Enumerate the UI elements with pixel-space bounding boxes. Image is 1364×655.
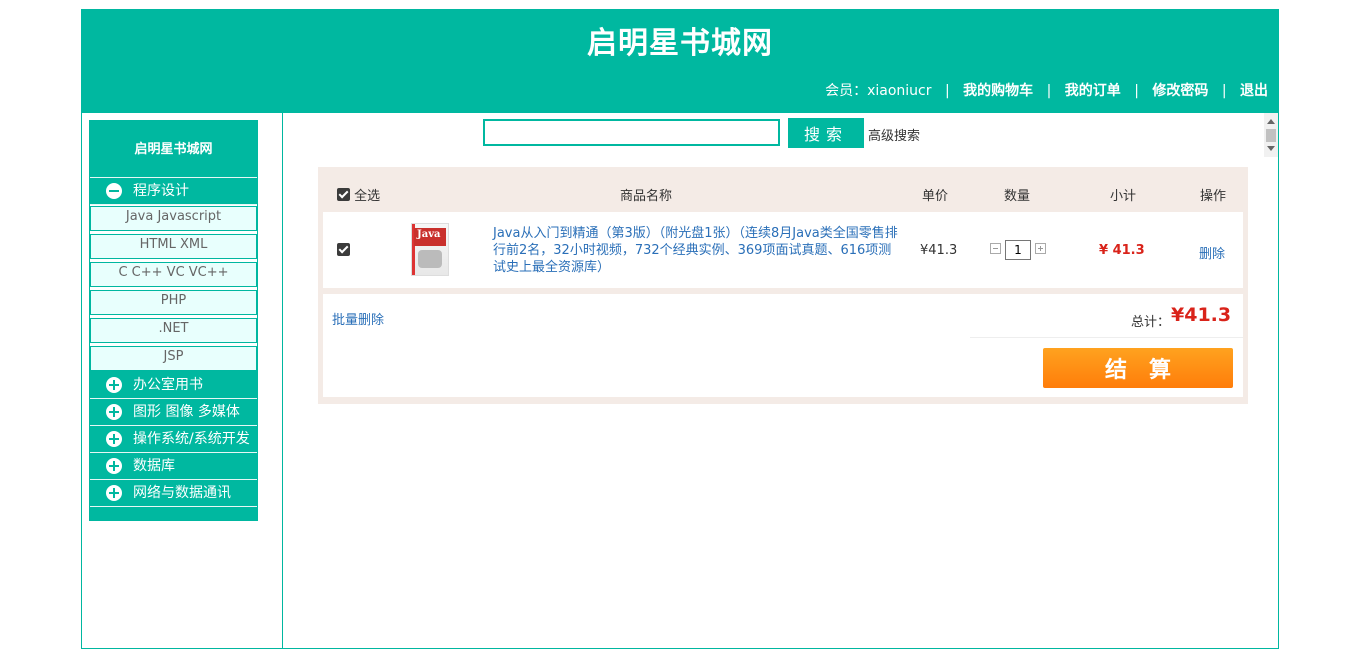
header-quantity: 数量 <box>1004 189 1031 204</box>
delete-item-link[interactable]: 删除 <box>1199 243 1225 262</box>
expand-icon <box>106 485 122 501</box>
nav-separator: | <box>1046 83 1052 99</box>
subcategory-dotnet[interactable]: .NET <box>90 318 257 343</box>
category-programming[interactable]: 程序设计 <box>90 178 257 205</box>
product-thumbnail[interactable]: Java <box>411 223 449 276</box>
decrease-quantity-button[interactable] <box>990 243 1001 254</box>
cart-panel: 全选 商品名称 单价 数量 小计 操作 Java Java从入门到精通（第3版）… <box>318 167 1248 404</box>
category-label: 办公室用书 <box>133 377 203 393</box>
quantity-input[interactable] <box>1005 240 1031 260</box>
header-subtotal: 小计 <box>1110 189 1137 204</box>
batch-delete-link[interactable]: 批量删除 <box>332 309 384 328</box>
header-action: 操作 <box>1200 189 1227 204</box>
select-all-checkbox[interactable] <box>337 188 350 201</box>
header-product-name: 商品名称 <box>620 189 673 204</box>
total-value: ¥41.3 <box>1171 304 1232 326</box>
site-title: 启明星书城网 <box>587 26 773 61</box>
category-office[interactable]: 办公室用书 <box>90 372 257 399</box>
advanced-search-link[interactable]: 高级搜索 <box>868 125 920 144</box>
nav-separator: | <box>944 83 950 99</box>
sidebar-title: 启明星书城网 <box>90 121 257 178</box>
expand-icon <box>106 431 122 447</box>
increase-quantity-button[interactable] <box>1035 243 1046 254</box>
scroll-up-icon[interactable] <box>1267 119 1275 124</box>
category-label: 网络与数据通讯 <box>133 485 231 501</box>
subcategory-jsp[interactable]: JSP <box>90 346 257 371</box>
category-network[interactable]: 网络与数据通讯 <box>90 480 257 507</box>
category-os[interactable]: 操作系统/系统开发 <box>90 426 257 453</box>
cart-footer: 批量删除 总计： ¥41.3 结算 <box>323 294 1243 397</box>
nav-separator: | <box>1134 83 1139 99</box>
category-graphics[interactable]: 图形 图像 多媒体 <box>90 399 257 426</box>
search-input[interactable] <box>483 119 780 146</box>
subcategory-list: Java Javascript HTML XML C C++ VC VC++ P… <box>90 205 257 371</box>
header-unit-price: 单价 <box>922 189 949 204</box>
category-label: 数据库 <box>133 458 175 474</box>
category-database[interactable]: 数据库 <box>90 453 257 480</box>
page-frame: 启明星书城网 会员：xiaoniucr | 我的购物车 | 我的订单 | 修改密… <box>81 9 1279 649</box>
username: xiaoniucr <box>867 83 932 99</box>
footer-divider <box>970 337 1243 338</box>
site-header: 启明星书城网 会员：xiaoniucr | 我的购物车 | 我的订单 | 修改密… <box>82 10 1278 113</box>
cart-item-row: Java Java从入门到精通（第3版）（附光盘1张）（连续8月Java类全国零… <box>323 212 1243 288</box>
expand-icon <box>106 458 122 474</box>
subcategory-html-xml[interactable]: HTML XML <box>90 234 257 259</box>
subcategory-php[interactable]: PHP <box>90 290 257 315</box>
expand-icon <box>106 377 122 393</box>
subcategory-java-javascript[interactable]: Java Javascript <box>90 206 257 231</box>
cover-picture <box>418 250 442 268</box>
category-label: 图形 图像 多媒体 <box>133 404 240 420</box>
user-nav: 会员：xiaoniucr | 我的购物车 | 我的订单 | 修改密码 | 退出 <box>825 80 1268 100</box>
my-orders-link[interactable]: 我的订单 <box>1065 83 1121 99</box>
select-all[interactable]: 全选 <box>337 185 380 204</box>
total-label: 总计： <box>1131 315 1171 330</box>
logout-link[interactable]: 退出 <box>1240 83 1268 99</box>
member-label: 会员： <box>825 83 868 99</box>
product-name-link[interactable]: Java从入门到精通（第3版）（附光盘1张）（连续8月Java类全国零售排行前2… <box>493 225 903 276</box>
left-column: 启明星书城网 程序设计 Java Javascript HTML XML C C… <box>82 113 283 648</box>
select-all-label: 全选 <box>354 189 381 204</box>
search-button[interactable]: 搜索 <box>788 118 864 148</box>
cart-header: 全选 商品名称 单价 数量 小计 操作 <box>318 167 1248 212</box>
cover-title: Java <box>417 229 441 240</box>
collapse-icon <box>106 183 122 199</box>
category-label: 操作系统/系统开发 <box>133 431 250 447</box>
category-sidebar: 启明星书城网 程序设计 Java Javascript HTML XML C C… <box>89 120 258 521</box>
scroll-down-icon[interactable] <box>1267 146 1275 151</box>
item-checkbox[interactable] <box>337 243 350 256</box>
nav-separator: | <box>1221 83 1227 99</box>
scroll-thumb[interactable] <box>1266 129 1276 142</box>
checkout-button[interactable]: 结算 <box>1043 348 1233 388</box>
category-label: 程序设计 <box>133 183 189 199</box>
item-subtotal: ¥ 41.3 <box>1099 243 1145 258</box>
expand-icon <box>106 404 122 420</box>
scrollbar[interactable] <box>1264 113 1278 157</box>
subcategory-c-cpp[interactable]: C C++ VC VC++ <box>90 262 257 287</box>
my-cart-link[interactable]: 我的购物车 <box>963 83 1033 99</box>
change-password-link[interactable]: 修改密码 <box>1152 83 1208 99</box>
unit-price: ¥41.3 <box>920 243 958 258</box>
